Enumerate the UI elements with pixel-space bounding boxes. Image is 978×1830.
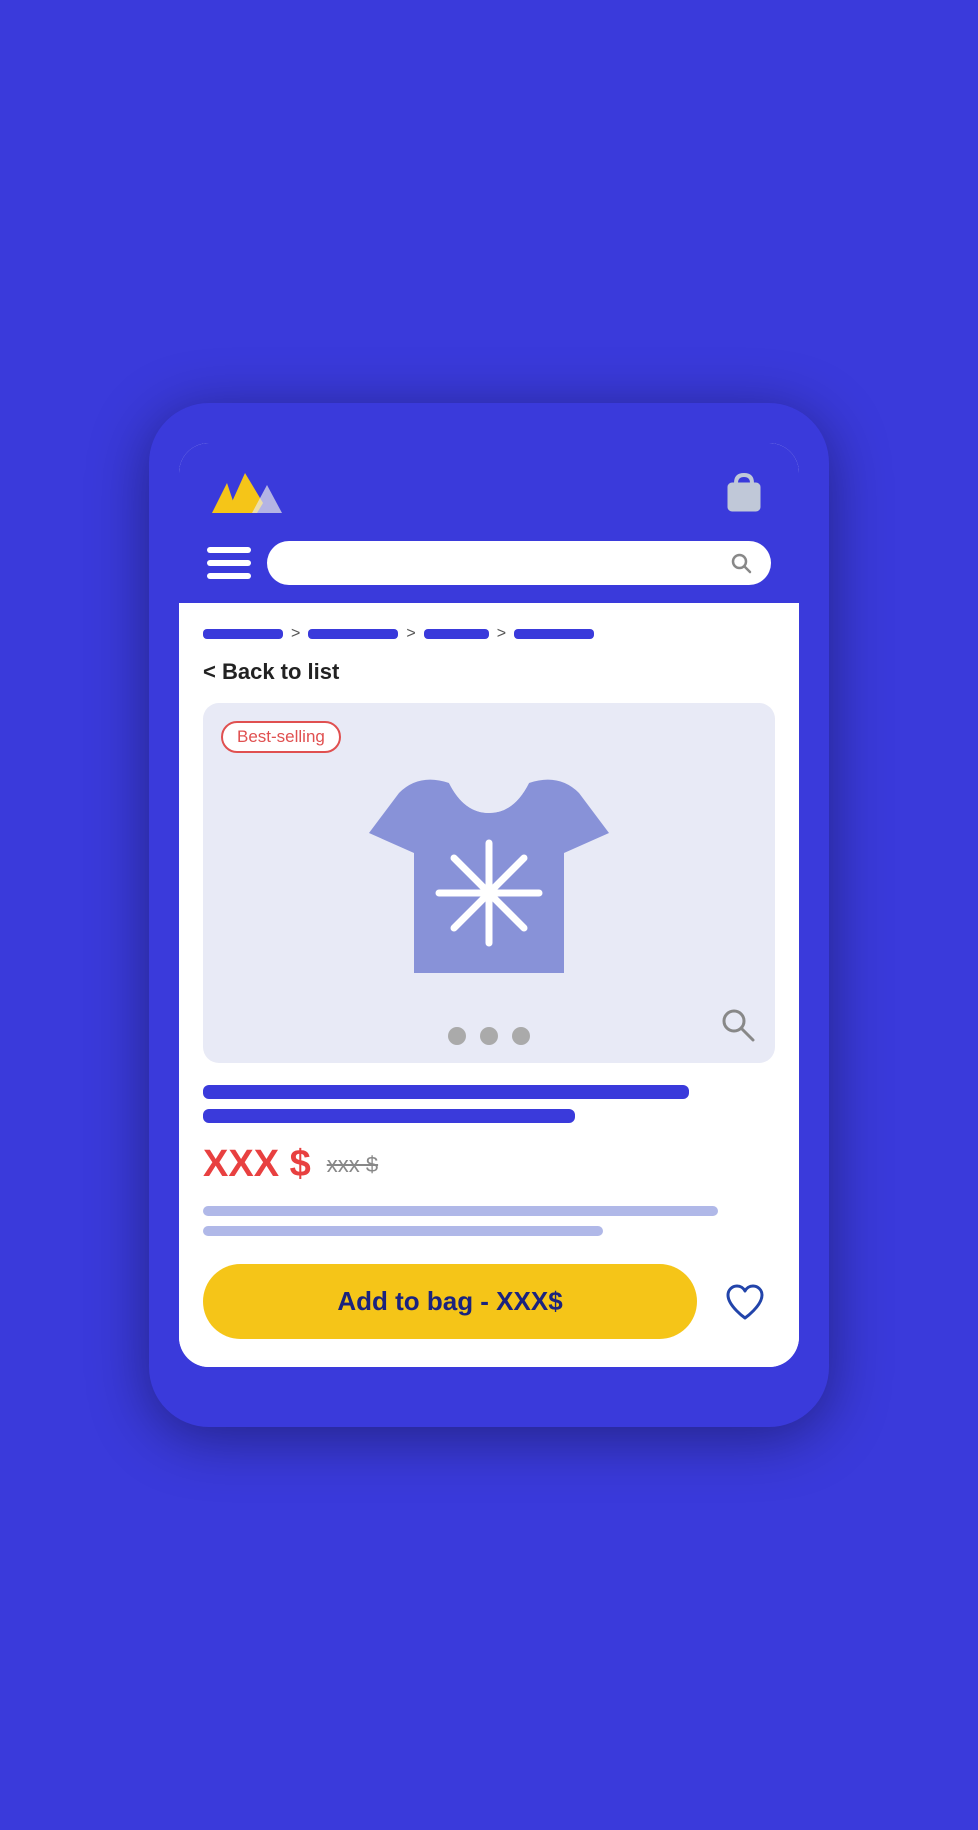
tshirt-svg: [339, 733, 639, 1013]
price-current: XXX $: [203, 1143, 311, 1186]
header: [179, 443, 799, 603]
header-top: [207, 463, 771, 523]
product-title-bar-1: [203, 1085, 689, 1099]
wishlist-button[interactable]: [715, 1272, 775, 1332]
header-bottom: [207, 541, 771, 585]
hamburger-line: [207, 560, 251, 566]
hamburger-line: [207, 573, 251, 579]
cart-icon: [720, 467, 768, 519]
breadcrumb-sep-2: >: [406, 625, 415, 643]
add-to-bag-row: Add to bag - XXX$: [203, 1264, 775, 1339]
carousel-dot-2[interactable]: [480, 1027, 498, 1045]
back-to-list-link[interactable]: < Back to list: [203, 659, 775, 685]
zoom-icon: [717, 1004, 757, 1044]
add-to-bag-button[interactable]: Add to bag - XXX$: [203, 1264, 697, 1339]
product-title-bar-2: [203, 1109, 575, 1123]
cart-button[interactable]: [717, 463, 771, 523]
carousel-dot-1[interactable]: [448, 1027, 466, 1045]
heart-icon: [723, 1280, 767, 1324]
search-input[interactable]: [285, 553, 721, 574]
carousel-dot-3[interactable]: [512, 1027, 530, 1045]
breadcrumb-item-3[interactable]: [424, 629, 489, 639]
breadcrumb-item-2[interactable]: [308, 629, 398, 639]
logo: [207, 463, 287, 523]
breadcrumb: > > >: [203, 625, 775, 643]
hamburger-menu[interactable]: [207, 547, 251, 579]
phone-screen: > > > < Back to list Best-selling: [179, 443, 799, 1367]
breadcrumb-item-1[interactable]: [203, 629, 283, 639]
price-row: XXX $ xxx $: [203, 1143, 775, 1186]
price-original: xxx $: [327, 1152, 378, 1178]
product-image-area: Best-selling: [203, 703, 775, 1063]
search-icon: [729, 551, 753, 575]
breadcrumb-sep-3: >: [497, 625, 506, 643]
phone-shell: > > > < Back to list Best-selling: [149, 403, 829, 1427]
search-bar[interactable]: [267, 541, 771, 585]
best-selling-badge: Best-selling: [221, 721, 341, 753]
hamburger-line: [207, 547, 251, 553]
content-area: > > > < Back to list Best-selling: [179, 603, 799, 1367]
breadcrumb-sep-1: >: [291, 625, 300, 643]
breadcrumb-item-4[interactable]: [514, 629, 594, 639]
zoom-button[interactable]: [717, 1004, 757, 1049]
description-bar-1: [203, 1206, 718, 1216]
product-image: [339, 733, 639, 1013]
carousel-dots: [448, 1027, 530, 1045]
logo-icon: [207, 463, 287, 523]
description-bar-2: [203, 1226, 603, 1236]
